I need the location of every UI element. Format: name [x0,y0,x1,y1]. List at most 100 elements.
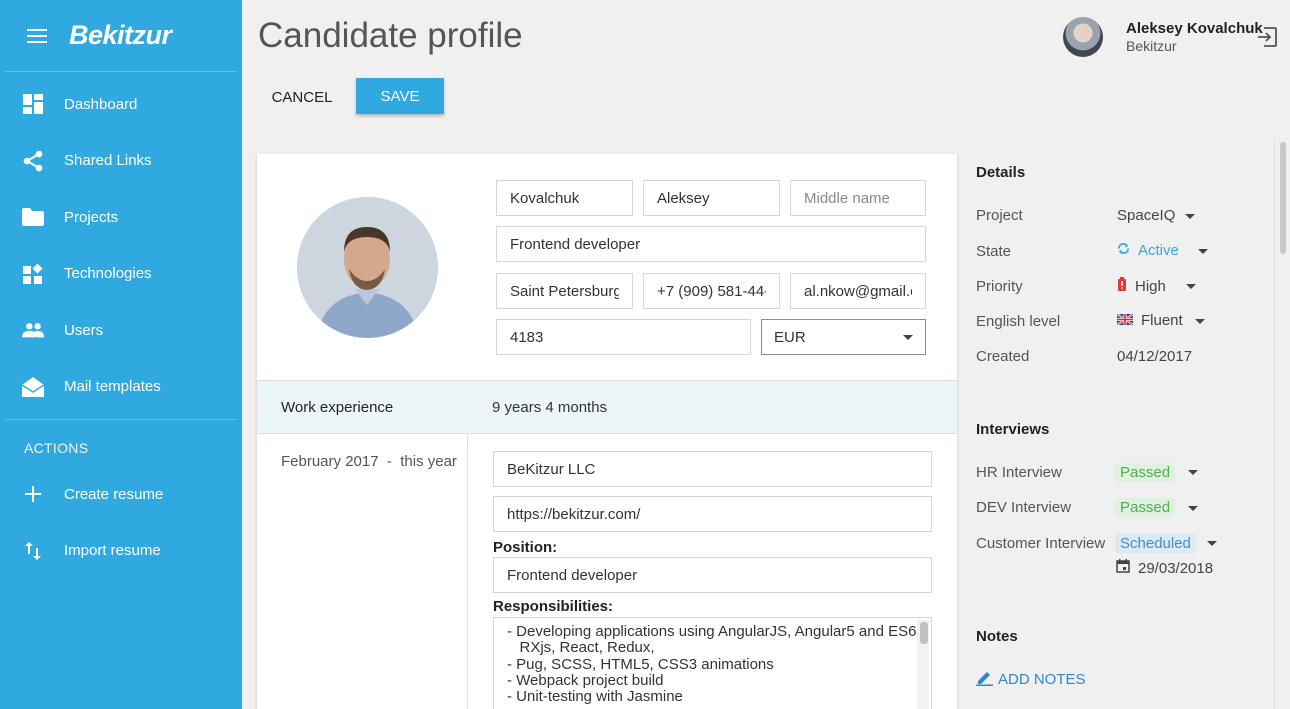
responsibility-line: - Webpack project build [507,671,664,689]
customer-interview-date[interactable]: 29/03/2018 [1116,559,1213,577]
interview-date-value: 29/03/2018 [1138,559,1214,577]
sidebar-nav: Dashboard Shared Links Projects Technolo… [0,72,242,415]
chevron-down-icon[interactable] [1195,319,1205,324]
user-name: Aleksey Kovalchuk [1126,20,1263,37]
chevron-down-icon[interactable] [1188,506,1198,511]
sidebar-item-label: Shared Links [64,152,152,170]
action-label: Create resume [64,485,164,503]
chevron-down-icon[interactable] [1198,249,1208,254]
add-notes-button[interactable]: ADD NOTES [976,669,1086,690]
actions-nav: Create resume Import resume [0,466,242,579]
import-resume-action[interactable]: Import resume [0,523,242,580]
company-site-field[interactable] [493,496,932,532]
middle-name-field[interactable] [790,180,926,216]
customer-interview-label: Customer Interview [976,535,1106,552]
email-field[interactable] [790,273,926,309]
sidebar-item-dashboard[interactable]: Dashboard [0,76,242,133]
sidebar-item-technologies[interactable]: Technologies [0,246,242,303]
sidebar-item-label: Dashboard [64,95,138,113]
hr-interview-label: HR Interview [976,464,1062,481]
created-value: 04/12/2017 [1117,348,1193,365]
state-label: State [976,243,1012,260]
sidebar-item-mail-templates[interactable]: Mail templates [0,359,242,416]
sidebar-item-shared-links[interactable]: Shared Links [0,133,242,190]
details-title: Details [976,164,1026,181]
work-experience-total: 9 years 4 months [492,399,608,416]
candidate-photo[interactable] [297,197,438,338]
dev-interview-label: DEV Interview [976,499,1072,516]
chevron-down-icon[interactable] [1207,541,1217,546]
app-logo[interactable]: Bekitzur [69,20,172,51]
responsibility-line: - Pug, SCSS, HTML5, CSS3 animations [507,655,774,673]
user-avatar[interactable] [1063,17,1103,57]
currency-value: EUR [774,328,806,346]
page-scrollbar[interactable] [1278,140,1288,709]
city-field[interactable] [496,273,633,309]
create-resume-action[interactable]: Create resume [0,466,242,523]
project-select[interactable]: SpaceIQ [1117,207,1175,224]
sidebar-header: Bekitzur [5,0,237,72]
sidebar-item-users[interactable]: Users [0,302,242,359]
users-icon [22,319,44,341]
priority-label: Priority [976,278,1023,295]
work-period: February 2017 - this year [281,453,457,470]
customer-interview-status[interactable]: Scheduled [1115,534,1196,553]
page-title: Candidate profile [258,16,523,55]
project-label: Project [976,207,1023,224]
widgets-icon [22,263,44,285]
actions-heading: ACTIONS [24,440,89,456]
chevron-down-icon [903,334,913,340]
salary-field[interactable] [496,319,751,355]
action-label: Import resume [64,542,161,560]
priority-select[interactable]: High [1117,277,1166,295]
column-divider [467,434,468,709]
cancel-button[interactable]: CANCEL [260,80,344,114]
priority-high-icon [1117,277,1127,295]
company-field[interactable] [493,451,932,487]
state-select[interactable]: Active [1117,242,1179,259]
sidebar-item-label: Users [64,321,104,339]
uk-flag-icon [1116,312,1134,329]
sidebar-item-label: Mail templates [64,378,161,396]
import-icon [22,540,44,562]
textarea-scroll-thumb[interactable] [920,622,928,644]
chevron-down-icon[interactable] [1185,214,1195,219]
priority-value: High [1135,277,1166,295]
english-level-select[interactable]: Fluent [1116,312,1183,329]
candidate-card: EUR Work experience 9 years 4 months Feb… [257,154,957,709]
chevron-down-icon[interactable] [1186,284,1196,289]
sidebar-item-projects[interactable]: Projects [0,189,242,246]
project-value: SpaceIQ [1117,207,1176,224]
work-experience-band: Work experience 9 years 4 months [257,380,957,434]
sync-icon [1117,242,1130,259]
phone-field[interactable] [643,273,780,309]
first-name-field[interactable] [643,180,780,216]
last-name-field[interactable] [496,180,633,216]
notes-title: Notes [976,628,1018,645]
add-notes-label: ADD NOTES [998,671,1086,688]
responsibility-line: - Unit-testing with Jasmine [507,688,683,706]
created-label: Created [976,348,1030,365]
responsibilities-textarea[interactable]: - Developing applications using AngularJ… [493,617,932,709]
responsibilities-label: Responsibilities: [493,598,614,615]
job-position-field[interactable] [493,557,932,593]
sidebar-item-label: Projects [64,208,119,226]
mail-icon [22,376,44,398]
page-scroll-thumb[interactable] [1280,142,1286,254]
position-field[interactable] [496,226,926,262]
plus-icon [22,483,44,505]
dev-interview-status[interactable]: Passed [1115,498,1176,517]
user-company: Bekitzur [1126,38,1177,54]
interviews-title: Interviews [976,421,1050,438]
state-value: Active [1138,242,1179,259]
logout-icon[interactable] [1256,26,1278,48]
panel-divider [1274,140,1275,709]
menu-icon[interactable] [27,28,47,43]
save-button[interactable]: SAVE [356,78,444,114]
hr-interview-status[interactable]: Passed [1115,463,1176,482]
calendar-icon [1116,559,1130,577]
currency-select[interactable]: EUR [761,319,926,355]
chevron-down-icon[interactable] [1188,470,1198,475]
responsibility-line: RXjs, React, Redux, [507,639,655,657]
folder-icon [22,206,44,228]
